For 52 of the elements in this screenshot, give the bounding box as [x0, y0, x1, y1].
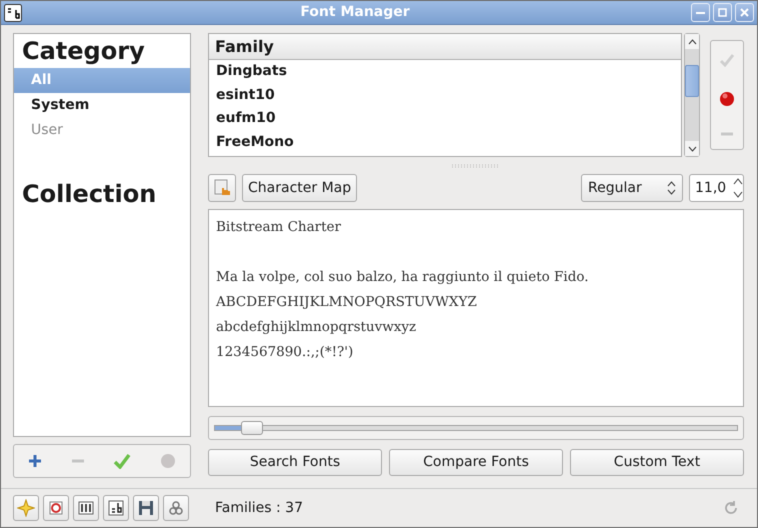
maximize-icon — [718, 8, 727, 17]
minimize-icon — [696, 12, 705, 14]
action-button[interactable]: Search Fonts — [208, 449, 382, 476]
status-text: Families : 37 — [215, 498, 303, 518]
add-icon[interactable] — [28, 454, 42, 468]
check-icon[interactable] — [719, 53, 736, 67]
preview-text: ABCDEFGHIJKLMNOPQRSTUVWXYZ — [216, 293, 478, 312]
updown-icon — [667, 181, 676, 195]
record-icon[interactable] — [719, 91, 736, 107]
font-button[interactable] — [103, 495, 129, 521]
save-icon — [137, 499, 155, 517]
close-button[interactable] — [735, 3, 754, 22]
star-icon — [17, 499, 35, 517]
app-icon — [4, 4, 22, 22]
help-button[interactable] — [43, 495, 69, 521]
maximize-button[interactable] — [713, 3, 732, 22]
drag-handle-icon[interactable] — [452, 164, 500, 168]
slider-thumb[interactable] — [240, 421, 263, 435]
family-row[interactable]: esint10 — [209, 84, 682, 107]
family-row[interactable]: Dingbats — [209, 60, 682, 84]
scrollbar-thumb[interactable] — [685, 65, 700, 97]
preview-text: Ma la volpe, col suo balzo, ha raggiunto il quieto Fido. — [216, 268, 590, 287]
save-button[interactable] — [133, 495, 159, 521]
remove-icon[interactable] — [720, 131, 734, 137]
style-dropdown[interactable]: Regular — [581, 174, 683, 202]
font-icon — [107, 499, 125, 517]
preview-text: abcdefghijklmnopqrstuvwxyz — [216, 318, 418, 337]
updown-icon[interactable] — [733, 177, 743, 199]
column-header[interactable]: Family — [209, 34, 682, 60]
action-button[interactable]: Custom Text — [570, 449, 744, 476]
section-heading: Collection — [21, 179, 158, 210]
refresh-icon[interactable] — [723, 500, 739, 516]
pointer-button[interactable] — [208, 174, 236, 202]
size-spinbox[interactable]: 11,0 — [689, 174, 744, 202]
family-row[interactable]: FreeMono — [209, 130, 682, 154]
family-row[interactable]: eufm10 — [209, 107, 682, 130]
circle-icon[interactable] — [160, 453, 176, 469]
size-slider[interactable] — [208, 416, 744, 440]
category-item[interactable]: System — [14, 93, 190, 118]
section-heading: Category — [21, 36, 146, 67]
minimize-button[interactable] — [691, 3, 710, 22]
check-icon[interactable] — [113, 453, 132, 469]
font-name-text: Bitstream Charter — [216, 218, 342, 237]
action-button[interactable]: Compare Fonts — [389, 449, 563, 476]
scrollbar[interactable] — [684, 33, 700, 157]
gears-button[interactable] — [163, 495, 189, 521]
window-title: Font Manager — [299, 3, 411, 22]
close-icon — [740, 8, 749, 17]
preview-text: 1234567890.:,;(*!?') — [216, 343, 354, 362]
character-map-button[interactable]: Character Map — [242, 174, 358, 202]
settings-button[interactable] — [73, 495, 99, 521]
new-button[interactable] — [13, 495, 39, 521]
